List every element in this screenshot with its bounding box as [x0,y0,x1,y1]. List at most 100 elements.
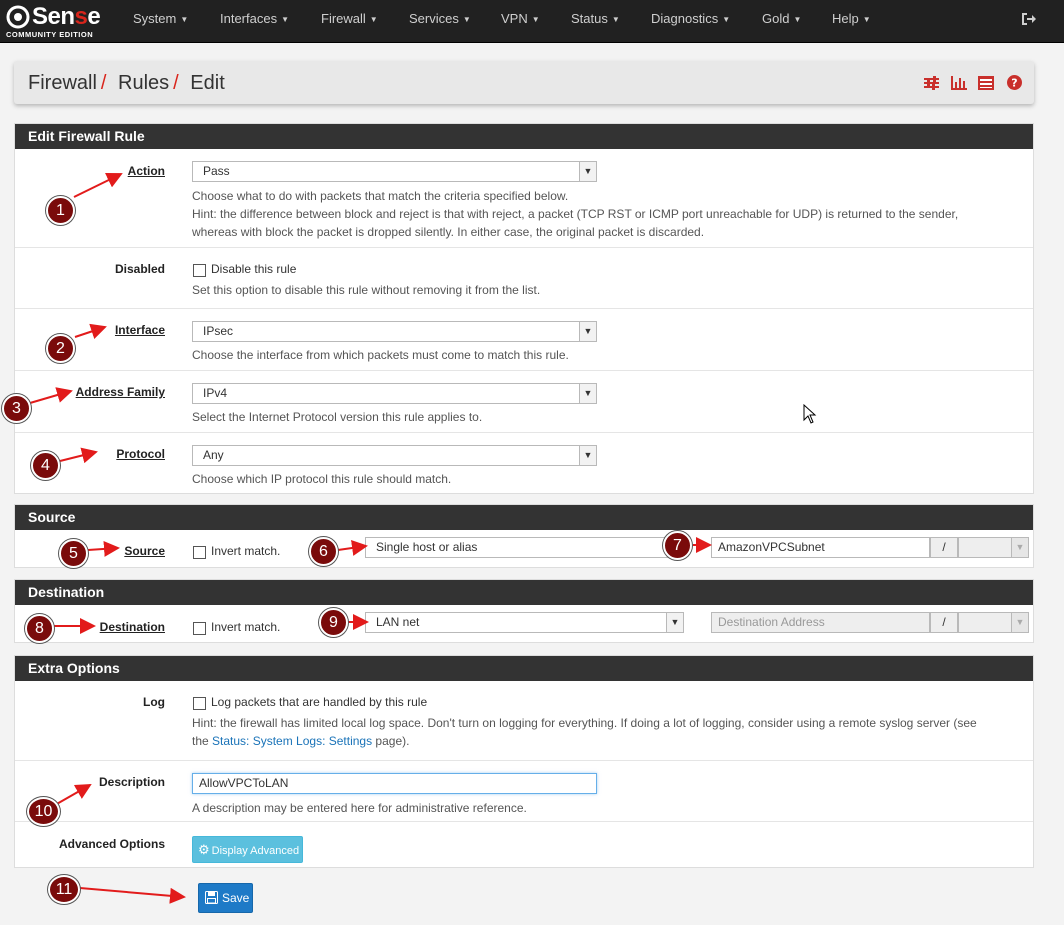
address-family-help: Select the Internet Protocol version thi… [192,410,483,424]
source-invert-checkbox[interactable] [193,546,206,559]
log-checkbox[interactable] [193,697,206,710]
source-type-select[interactable]: Single host or alias [365,537,681,558]
interface-row: Interface IPsec ▼ Choose the interface f… [15,308,1033,370]
source-panel: Source Source Invert match. Single host … [14,504,1034,568]
destination-mask-select[interactable]: ▼ [958,612,1029,633]
pfsense-logo[interactable]: Sense COMMUNITY EDITION [6,3,106,40]
extra-options-panel: Extra Options Log Log packets that are h… [14,655,1034,868]
sliders-icon[interactable] [923,76,939,92]
save-button[interactable]: Save [198,883,253,913]
source-address-input[interactable]: AmazonVPCSubnet [711,537,930,558]
address-family-row: Address Family IPv4 ▼ Select the Interne… [15,370,1033,432]
destination-panel: Destination Destination Invert match. LA… [14,579,1034,643]
annotation-badge-9: 9 [319,608,348,637]
breadcrumb-rules[interactable]: Rules [118,72,169,94]
chevron-down-icon: ▼ [579,384,596,403]
chevron-down-icon: ▼ [666,613,683,632]
breadcrumb-firewall[interactable]: Firewall [28,72,97,94]
nav-gold[interactable]: Gold ▼ [762,0,801,43]
brand-edition: COMMUNITY EDITION [6,30,94,39]
annotation-badge-7: 7 [663,531,692,560]
extra-options-heading: Extra Options [15,656,1033,681]
caret-down-icon: ▼ [793,14,802,24]
address-family-select[interactable]: IPv4 ▼ [192,383,597,404]
address-family-label: Address Family [75,385,165,399]
disabled-help: Set this option to disable this rule wit… [192,283,541,297]
annotation-badge-2: 2 [46,334,75,363]
action-help: Choose what to do with packets that matc… [192,189,959,239]
nav-services[interactable]: Services ▼ [409,0,471,43]
caret-down-icon: ▼ [462,14,471,24]
gear-icon: ⚙ [198,842,210,857]
log-checkbox-label: Log packets that are handled by this rul… [211,695,428,709]
logout-icon[interactable] [1020,12,1036,29]
source-mask-select[interactable]: ▼ [958,537,1029,558]
breadcrumb-separator: / [173,72,179,94]
breadcrumb: Firewall / Rules / Edit ? [14,61,1034,104]
nav-system[interactable]: System ▼ [133,0,188,43]
edit-firewall-rule-panel: Edit Firewall Rule Action Pass ▼ Choose … [14,123,1034,494]
nav-help[interactable]: Help ▼ [832,0,871,43]
caret-down-icon: ▼ [281,14,290,24]
source-label: Source [124,544,165,558]
protocol-label: Protocol [116,447,165,461]
chevron-down-icon: ▼ [579,446,596,465]
interface-help: Choose the interface from which packets … [192,348,569,362]
source-heading: Source [15,505,1033,530]
advanced-options-row: Advanced Options ⚙ Display Advanced [15,821,1033,868]
action-label: Action [127,164,165,178]
nav-firewall[interactable]: Firewall ▼ [321,0,378,43]
annotation-badge-1: 1 [46,196,75,225]
description-row: Description AllowVPCToLAN A description … [15,760,1033,821]
destination-address-input[interactable]: Destination Address [711,612,930,633]
nav-vpn[interactable]: VPN ▼ [501,0,540,43]
description-label: Description [98,775,165,789]
bar-chart-icon[interactable] [950,76,967,92]
action-row: Action Pass ▼ Choose what to do with pac… [15,149,1033,247]
description-input[interactable]: AllowVPCToLAN [192,773,597,794]
disabled-label: Disabled [114,262,165,276]
protocol-row: Protocol Any ▼ Choose which IP protocol … [15,432,1033,494]
annotation-badge-4: 4 [31,451,60,480]
destination-invert-checkbox[interactable] [193,622,206,635]
source-slash: / [930,537,958,558]
log-row: Log Log packets that are handled by this… [15,681,1033,760]
nav-interfaces[interactable]: Interfaces ▼ [220,0,289,43]
chevron-down-icon: ▼ [1011,613,1028,632]
table-list-icon[interactable] [978,76,995,92]
caret-down-icon: ▼ [369,14,378,24]
protocol-select[interactable]: Any ▼ [192,445,597,466]
caret-down-icon: ▼ [722,14,731,24]
brand-name: Sense [32,3,101,30]
help-icon[interactable]: ? [1006,75,1022,91]
source-invert-label: Invert match. [211,544,281,558]
disable-rule-checkbox[interactable] [193,264,206,277]
breadcrumb-separator: / [100,72,107,94]
nav-status[interactable]: Status ▼ [571,0,620,43]
floppy-disk-icon [205,891,218,904]
caret-down-icon: ▼ [862,14,871,24]
log-label: Log [143,695,165,709]
protocol-help: Choose which IP protocol this rule shoul… [192,472,452,486]
source-row: Source Invert match. Single host or alia… [15,530,1033,567]
display-advanced-button[interactable]: ⚙ Display Advanced [192,836,303,863]
nav-diagnostics[interactable]: Diagnostics ▼ [651,0,730,43]
destination-slash: / [930,612,958,633]
destination-heading: Destination [15,580,1033,605]
annotation-badge-8: 8 [25,614,54,643]
edit-rule-heading: Edit Firewall Rule [15,124,1033,149]
annotation-badge-6: 6 [309,537,338,566]
destination-type-select[interactable]: LAN net ▼ [365,612,684,633]
caret-down-icon: ▼ [180,14,189,24]
destination-label: Destination [99,620,165,634]
interface-select[interactable]: IPsec ▼ [192,321,597,342]
system-logs-settings-link[interactable]: Status: System Logs: Settings [212,734,372,748]
chevron-down-icon: ▼ [579,162,596,181]
destination-row: Destination Invert match. LAN net ▼ Dest… [15,605,1033,642]
action-select[interactable]: Pass ▼ [192,161,597,182]
chevron-down-icon: ▼ [579,322,596,341]
destination-invert-label: Invert match. [211,620,281,634]
caret-down-icon: ▼ [531,14,540,24]
annotation-badge-3: 3 [2,394,31,423]
breadcrumb-edit: Edit [190,72,225,94]
